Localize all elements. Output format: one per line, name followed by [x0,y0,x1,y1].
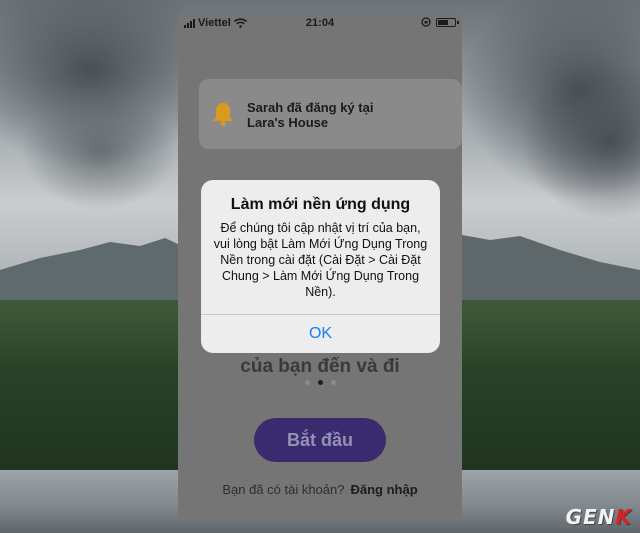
page-dot-active [317,380,323,385]
alert-message: Để chúng tôi cập nhật vị trí của bạn, vu… [213,221,428,299]
login-row: Bạn đã có tài khoản? Đăng nhập [178,482,462,497]
notification-line2: Lara's House [247,115,329,130]
notification-line1: Sarah đã đăng ký tại [247,100,374,115]
watermark-left: GEN [565,505,616,529]
status-time: 21:04 [305,17,335,29]
page-dot [330,380,336,385]
genk-watermark: GENK [566,505,632,529]
ok-button[interactable]: OK [201,315,440,353]
login-link[interactable]: Đăng nhập [350,482,417,497]
alert-dialog: Làm mới nền ứng dụng Để chúng tôi cập nh… [201,180,440,353]
page-dot [304,380,310,385]
onboarding-caption: của bạn đến và đi [240,356,400,377]
start-button[interactable]: Bắt đầu [254,418,386,462]
battery-icon [436,17,459,27]
watermark-right: K [615,505,632,529]
rotation-lock-icon [421,17,431,27]
login-prompt: Bạn đã có tài khoản? [222,482,345,497]
notification-card[interactable]: Sarah đã đăng ký tại Lara's House [199,79,462,149]
alert-title: Làm mới nền ứng dụng [230,196,411,213]
status-bar: Viettel 21:04 [178,14,462,32]
page-indicator [178,380,462,385]
bell-icon [213,103,233,126]
